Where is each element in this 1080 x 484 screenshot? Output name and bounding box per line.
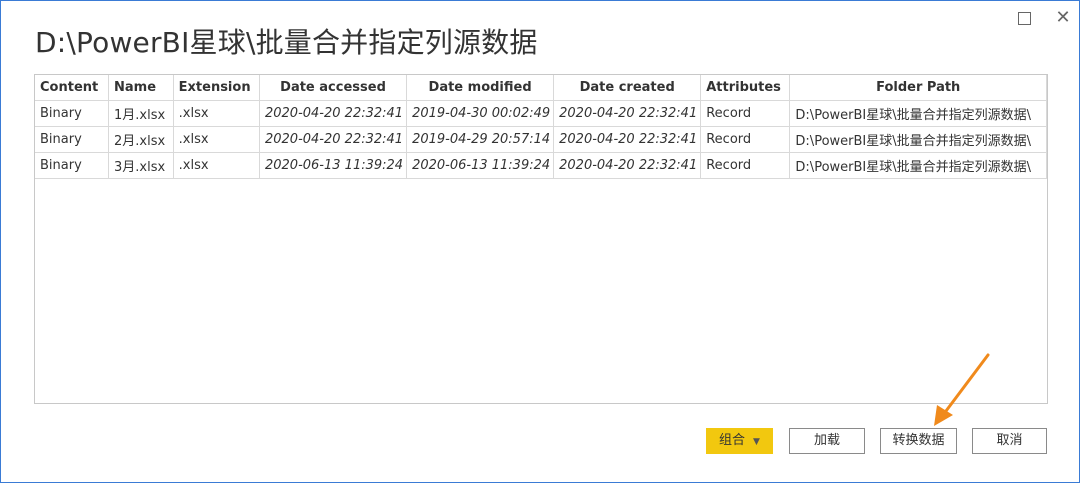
cell-name: 1月.xlsx: [108, 100, 174, 127]
cell-content: Binary: [35, 152, 109, 179]
table-row: Binary 3月.xlsx .xlsx 2020-06-13 11:39:24…: [35, 152, 1047, 179]
cell-date-created: 2020-04-20 22:32:41: [553, 126, 702, 153]
cell-extension: .xlsx: [173, 100, 260, 127]
cell-date-modified: 2019-04-30 00:02:49: [406, 100, 555, 127]
dialog-title: D:\PowerBI星球\批量合并指定列源数据: [35, 26, 538, 59]
column-header-folder-path[interactable]: Folder Path: [789, 75, 1047, 101]
cell-attributes: Record: [700, 100, 791, 127]
cell-content: Binary: [35, 126, 109, 153]
cell-attributes: Record: [700, 126, 791, 153]
cell-name: 3月.xlsx: [108, 152, 174, 179]
cell-folder-path: D:\PowerBI星球\批量合并指定列源数据\: [789, 126, 1047, 153]
cell-date-accessed: 2020-06-13 11:39:24: [259, 152, 408, 179]
cell-folder-path: D:\PowerBI星球\批量合并指定列源数据\: [789, 100, 1047, 127]
load-button[interactable]: 加载: [789, 428, 865, 454]
table-row: Binary 1月.xlsx .xlsx 2020-04-20 22:32:41…: [35, 100, 1047, 127]
cancel-button[interactable]: 取消: [972, 428, 1047, 454]
transform-data-button[interactable]: 转换数据: [880, 428, 957, 454]
column-header-extension[interactable]: Extension: [173, 75, 260, 101]
table-row: Binary 2月.xlsx .xlsx 2020-04-20 22:32:41…: [35, 126, 1047, 153]
column-header-date-created[interactable]: Date created: [553, 75, 702, 101]
cell-content: Binary: [35, 100, 109, 127]
cell-date-accessed: 2020-04-20 22:32:41: [259, 100, 408, 127]
combine-label: 组合: [719, 433, 746, 448]
cell-attributes: Record: [700, 152, 791, 179]
cell-date-accessed: 2020-04-20 22:32:41: [259, 126, 408, 153]
maximize-icon[interactable]: [1013, 7, 1035, 29]
cell-date-modified: 2020-06-13 11:39:24: [406, 152, 555, 179]
close-icon[interactable]: ✕: [1052, 7, 1074, 29]
column-header-date-accessed[interactable]: Date accessed: [259, 75, 408, 101]
table-header-row: Content Name Extension Date accessed Dat…: [35, 75, 1047, 101]
column-header-attributes[interactable]: Attributes: [700, 75, 791, 101]
cell-date-created: 2020-04-20 22:32:41: [553, 152, 702, 179]
load-dialog: ✕ D:\PowerBI星球\批量合并指定列源数据 Content Name E…: [0, 0, 1080, 483]
column-header-content[interactable]: Content: [35, 75, 109, 101]
combine-button[interactable]: 组合 ▼: [706, 428, 773, 454]
cell-name: 2月.xlsx: [108, 126, 174, 153]
preview-table[interactable]: Content Name Extension Date accessed Dat…: [34, 74, 1048, 404]
data-table: Content Name Extension Date accessed Dat…: [35, 75, 1047, 179]
cell-folder-path: D:\PowerBI星球\批量合并指定列源数据\: [789, 152, 1047, 179]
cell-date-modified: 2019-04-29 20:57:14: [406, 126, 555, 153]
column-header-name[interactable]: Name: [108, 75, 174, 101]
column-header-date-modified[interactable]: Date modified: [406, 75, 555, 101]
cell-date-created: 2020-04-20 22:32:41: [553, 100, 702, 127]
chevron-down-icon: ▼: [753, 437, 760, 447]
cell-extension: .xlsx: [173, 126, 260, 153]
cell-extension: .xlsx: [173, 152, 260, 179]
